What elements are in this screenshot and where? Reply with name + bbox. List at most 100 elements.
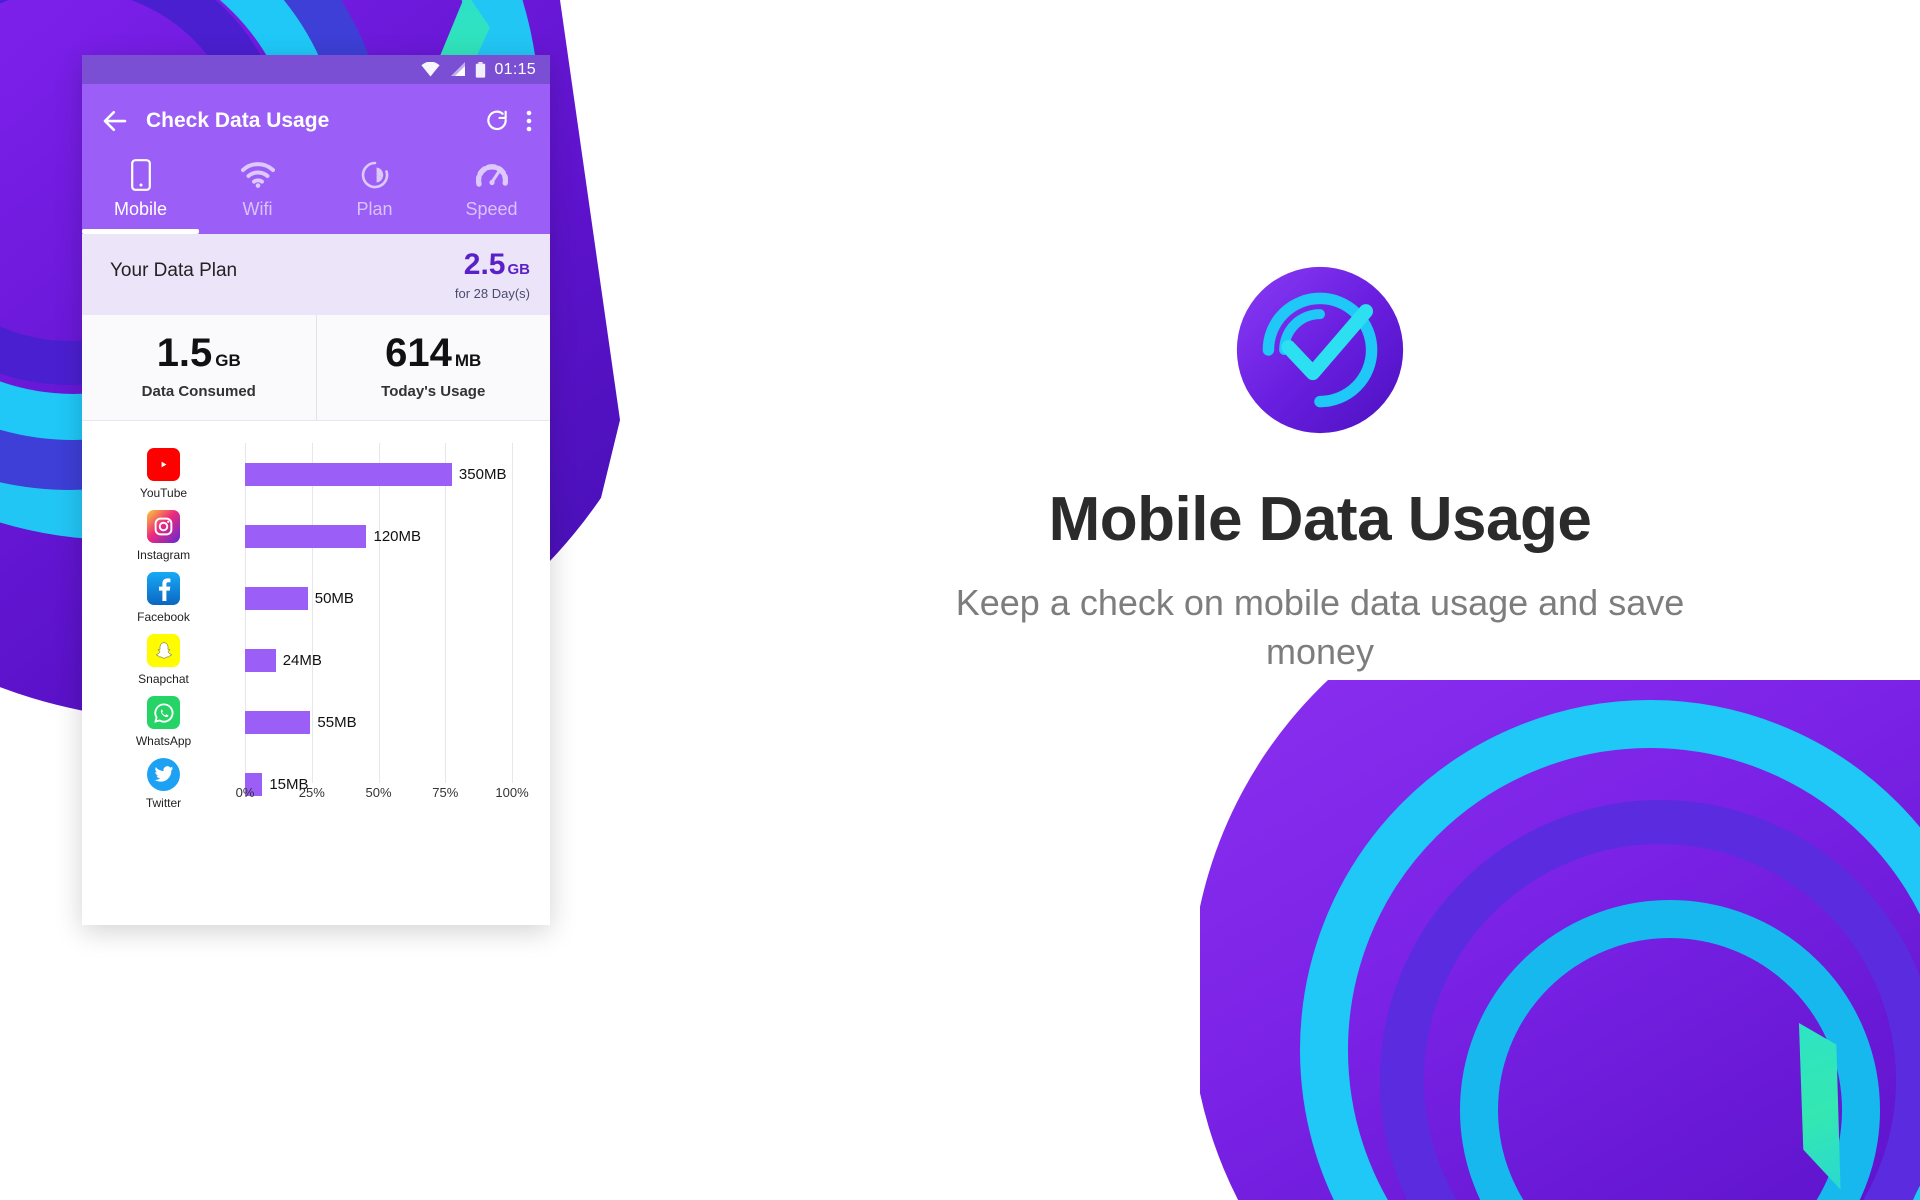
tab-label-wifi: Wifi: [242, 199, 273, 219]
stat-value-today: 614: [385, 331, 452, 375]
tab-underline-speed: [433, 229, 550, 234]
twitter-icon: [147, 758, 180, 791]
tab-plan[interactable]: Plan: [316, 148, 433, 234]
instagram-icon: [147, 510, 180, 543]
app-name-label: Twitter: [145, 796, 182, 810]
bar-wrap: 50MB: [245, 586, 550, 610]
bar-wrap: 120MB: [245, 524, 550, 548]
stat-unit-today: MB: [454, 351, 482, 370]
usage-bar: [245, 648, 276, 672]
tab-underline-plan: [316, 229, 433, 234]
stat-data-consumed: 1.5 GB Data Consumed: [82, 315, 316, 420]
promo-subtitle: Keep a check on mobile data usage and sa…: [955, 581, 1685, 672]
app-bar-top-row: Check Data Usage: [100, 94, 532, 148]
usage-bar: [245, 586, 308, 610]
usage-bar-label: 120MB: [373, 527, 422, 545]
tab-speed[interactable]: Speed: [433, 148, 550, 234]
more-vertical-icon[interactable]: [526, 109, 532, 133]
back-arrow-icon[interactable]: [100, 106, 130, 136]
page-title: Check Data Usage: [146, 109, 330, 132]
status-icons: [421, 61, 486, 78]
chart-x-axis: 0% 25% 50% 75% 100%: [236, 785, 529, 807]
snapchat-icon: [147, 634, 180, 667]
tab-underline-wifi: [199, 229, 316, 234]
chart-row[interactable]: Snapchat 24MB: [82, 629, 550, 691]
data-plan-value: 2.5: [463, 248, 506, 281]
app-cell: YouTube: [82, 448, 245, 500]
app-name-label: Instagram: [136, 548, 191, 562]
tab-label-plan: Plan: [356, 199, 393, 219]
wifi-icon: [240, 158, 275, 192]
data-plan-unit: GB: [507, 261, 531, 278]
mobile-phone-icon: [130, 158, 151, 192]
data-plan-duration: for 28 Day(s): [454, 286, 530, 301]
stat-value-row-today: 614 MB: [317, 333, 551, 373]
stat-caption-today: Today's Usage: [381, 383, 486, 400]
axis-tick-50%: 50%: [365, 785, 392, 800]
data-plan-value-group: 2.5 GB for 28 Day(s): [454, 250, 530, 302]
stat-unit-consumed: GB: [215, 351, 241, 370]
stat-value-consumed: 1.5: [156, 331, 213, 375]
status-bar: 01:15: [82, 55, 550, 84]
axis-tick-100%: 100%: [495, 785, 529, 800]
axis-tick-25%: 25%: [298, 785, 325, 800]
usage-bar: [245, 710, 311, 734]
chart-row[interactable]: YouTube 350MB: [82, 443, 550, 505]
bar-wrap: 24MB: [245, 648, 550, 672]
tab-bar: Mobile Wifi Plan Speed: [82, 148, 550, 234]
facebook-icon: [147, 572, 180, 605]
chart-plot-area: YouTube 350MB Instagram 120MB Facebook 50MB Sn…: [82, 435, 550, 810]
app-bar-actions: [484, 108, 532, 134]
tab-label-mobile: Mobile: [113, 199, 168, 219]
usage-bar-label: 350MB: [458, 465, 507, 483]
usage-bar-label: 50MB: [314, 589, 354, 607]
usage-bar: [245, 462, 452, 486]
stat-caption-consumed: Data Consumed: [141, 383, 256, 400]
data-plan-row[interactable]: Your Data Plan 2.5 GB for 28 Day(s): [82, 234, 550, 315]
stat-todays-usage: 614 MB Today's Usage: [315, 315, 551, 420]
app-name-label: Facebook: [137, 610, 190, 624]
tab-active-underline: [82, 229, 199, 234]
wifi-icon: [421, 62, 441, 77]
chart-row[interactable]: Facebook 50MB: [82, 567, 550, 629]
stat-value-row: 1.5 GB: [82, 333, 316, 373]
youtube-icon: [147, 448, 180, 481]
refresh-icon[interactable]: [484, 108, 510, 134]
usage-bar-label: 55MB: [317, 713, 357, 731]
stats-row: 1.5 GB Data Consumed 614 MB Today's Usage: [82, 315, 550, 421]
tab-mobile[interactable]: Mobile: [82, 148, 199, 234]
app-name-label: YouTube: [139, 486, 188, 500]
data-plan-label: Your Data Plan: [110, 260, 238, 281]
battery-icon: [476, 61, 486, 78]
app-cell: WhatsApp: [82, 696, 245, 748]
axis-tick-0%: 0%: [235, 785, 255, 800]
pie-chart-icon: [360, 158, 390, 192]
app-name-label: WhatsApp: [135, 734, 192, 748]
speedometer-icon: [475, 158, 508, 192]
chart-row[interactable]: WhatsApp 55MB: [82, 691, 550, 753]
bar-wrap: 350MB: [245, 462, 550, 486]
app-bar: Check Data Usage: [82, 84, 550, 148]
app-cell: Facebook: [82, 572, 245, 624]
usage-bar: [245, 524, 367, 548]
app-name-label: Snapchat: [138, 672, 189, 686]
tab-label-speed: Speed: [465, 199, 518, 219]
poster-canvas: 01:15 Check Data Usage Mobile Wifi Plan …: [0, 0, 1920, 1200]
data-plan-value-row: 2.5 GB: [455, 250, 530, 280]
status-clock: 01:15: [494, 60, 536, 78]
app-cell: Instagram: [82, 510, 245, 562]
app-usage-chart: YouTube 350MB Instagram 120MB Facebook 50MB Sn…: [82, 421, 550, 925]
chart-bar-rows: YouTube 350MB Instagram 120MB Facebook 50MB Sn…: [82, 443, 550, 810]
whatsapp-icon: [147, 696, 180, 729]
signal-icon: [451, 62, 466, 76]
promo-panel: Mobile Data Usage Keep a check on mobile…: [720, 0, 1920, 1060]
promo-title: Mobile Data Usage: [1048, 484, 1592, 554]
app-cell: Twitter: [82, 758, 245, 810]
app-cell: Snapchat: [82, 634, 245, 686]
axis-tick-75%: 75%: [432, 785, 459, 800]
tab-wifi[interactable]: Wifi: [199, 148, 316, 234]
phone-mockup: 01:15 Check Data Usage Mobile Wifi Plan …: [82, 55, 550, 925]
app-logo-speed-gauge-icon: [1236, 266, 1404, 433]
usage-bar-label: 24MB: [282, 651, 322, 669]
chart-row[interactable]: Instagram 120MB: [82, 505, 550, 567]
